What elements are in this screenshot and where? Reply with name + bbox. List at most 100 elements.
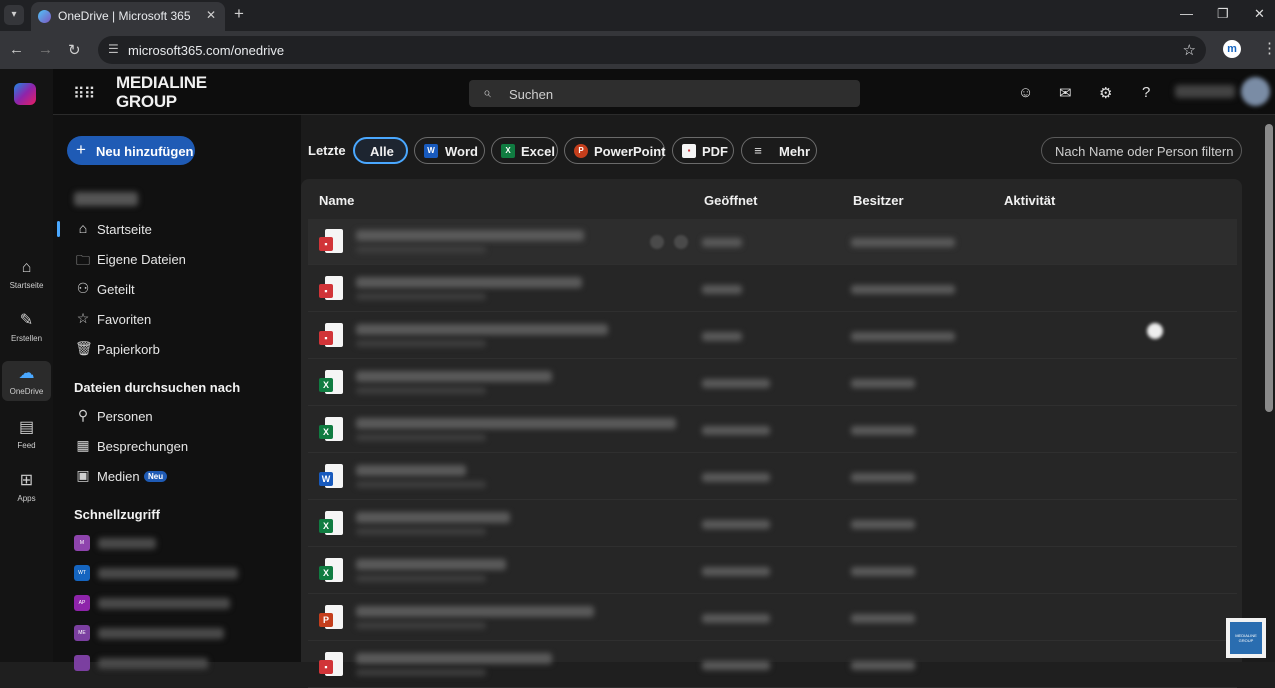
rail-item-erstellen[interactable]: ✎ Erstellen xyxy=(2,308,51,348)
rail-item-apps[interactable]: ⊞ Apps xyxy=(2,468,51,508)
rail-item-feed[interactable]: ▤ Feed xyxy=(2,415,51,455)
app-launcher-icon[interactable]: ⠿⠿ xyxy=(73,84,95,104)
owner-name xyxy=(851,614,915,623)
table-row[interactable]: X xyxy=(308,360,1237,406)
nav-label: Personen xyxy=(97,409,153,424)
column-header-name[interactable]: Name xyxy=(319,193,354,208)
table-row[interactable]: X xyxy=(308,407,1237,453)
avatar[interactable] xyxy=(1241,77,1270,106)
left-navigation: + Neu hinzufügen ⌂ Startseite 🗀 Eigene D… xyxy=(53,115,301,671)
rail-label: Feed xyxy=(17,441,36,450)
nav-item-papierkorb[interactable]: 🗑 Papierkorb xyxy=(53,336,301,362)
reload-icon[interactable]: ↻ xyxy=(68,41,81,59)
window-close-icon[interactable]: ✕ xyxy=(1254,6,1265,22)
new-tab-icon[interactable]: + xyxy=(234,4,244,24)
add-new-button[interactable]: + Neu hinzufügen xyxy=(67,136,195,165)
filter-chip-pdf[interactable]: ▪ PDF xyxy=(672,137,734,164)
nav-item-medien[interactable]: ▣ Medien Neu xyxy=(53,463,301,489)
chip-label: Word xyxy=(445,144,478,159)
file-name[interactable] xyxy=(356,418,676,429)
quick-access-item[interactable]: WT xyxy=(74,565,274,581)
name-person-filter-input[interactable]: Nach Name oder Person filtern xyxy=(1041,137,1242,164)
nav-item-besprechungen[interactable]: ▦ Besprechungen xyxy=(53,433,301,459)
url-field[interactable]: ☰ microsoft365.com/onedrive ☆ xyxy=(98,36,1206,64)
extension-icon[interactable]: m xyxy=(1223,40,1241,58)
nav-item-personen[interactable]: ⚲ Personen xyxy=(53,403,301,429)
table-row[interactable]: W xyxy=(308,454,1237,500)
file-name[interactable] xyxy=(356,371,552,382)
search-placeholder: Suchen xyxy=(509,87,554,102)
account-name[interactable] xyxy=(1175,85,1235,98)
column-header-opened[interactable]: Geöffnet xyxy=(704,193,757,208)
tab-title: OneDrive | Microsoft 365 xyxy=(58,9,191,23)
browser-tab[interactable]: OneDrive | Microsoft 365 ✕ xyxy=(31,2,225,31)
bookmark-star-icon[interactable]: ☆ xyxy=(1183,41,1196,59)
image-icon: ▣ xyxy=(76,467,90,483)
tab-search-dropdown[interactable]: ▾ xyxy=(4,5,24,25)
nav-item-startseite[interactable]: ⌂ Startseite xyxy=(53,216,301,242)
file-name[interactable] xyxy=(356,324,608,335)
table-row[interactable]: X xyxy=(308,501,1237,547)
nav-label: Besprechungen xyxy=(97,439,189,454)
quick-access-item[interactable] xyxy=(74,655,274,671)
table-row[interactable]: ▪ xyxy=(308,313,1237,359)
table-row[interactable]: ▪ xyxy=(308,266,1237,312)
file-name[interactable] xyxy=(356,277,582,288)
org-logo: MEDIALINE GROUP xyxy=(116,73,216,111)
help-icon[interactable]: ? xyxy=(1142,84,1150,101)
feed-icon: ▤ xyxy=(18,419,35,436)
quick-access-item[interactable]: M xyxy=(74,535,274,551)
browser-menu-icon[interactable]: ⋮ xyxy=(1262,39,1275,57)
scrollbar[interactable] xyxy=(1265,124,1273,412)
maximize-icon[interactable]: ❐ xyxy=(1217,6,1229,22)
feedback-smiley-icon[interactable]: ☺ xyxy=(1018,84,1033,101)
table-row[interactable]: ▪ xyxy=(308,642,1237,688)
back-icon[interactable]: ← xyxy=(9,41,24,58)
rail-label: Apps xyxy=(17,494,36,503)
owner-name xyxy=(851,379,915,388)
rail-label: Erstellen xyxy=(10,334,43,343)
table-row[interactable]: P xyxy=(308,595,1237,641)
file-name[interactable] xyxy=(356,559,506,570)
settings-gear-icon[interactable]: ⚙ xyxy=(1099,84,1112,102)
main-content: Letzte Alle W Word X Excel P PowerPoint … xyxy=(301,115,1275,688)
file-name[interactable] xyxy=(356,230,584,241)
rail-item-startseite[interactable]: ⌂ Startseite xyxy=(2,255,51,295)
filter-chip-excel[interactable]: X Excel xyxy=(491,137,558,164)
whats-new-icon[interactable]: ✉ xyxy=(1059,84,1072,102)
app-header: ⠿⠿ MEDIALINE GROUP ⌕ Suchen ☺ ✉ ⚙ ? xyxy=(53,69,1275,115)
minimize-icon[interactable]: — xyxy=(1180,6,1193,21)
quick-access-item[interactable]: AP xyxy=(74,595,274,611)
search-input[interactable]: ⌕ Suchen xyxy=(469,80,860,107)
more-actions-icon[interactable] xyxy=(674,235,688,249)
owner-name xyxy=(851,661,915,670)
share-icon[interactable] xyxy=(650,235,664,249)
table-row[interactable]: X xyxy=(308,548,1237,594)
file-name[interactable] xyxy=(356,606,594,617)
powerpoint-icon: P xyxy=(574,144,588,158)
file-name[interactable] xyxy=(356,465,466,476)
site-icon: AP xyxy=(74,595,90,611)
quick-access-item[interactable]: ME xyxy=(74,625,274,641)
filter-chip-powerpoint[interactable]: P PowerPoint xyxy=(564,137,666,164)
nav-item-favoriten[interactable]: ☆ Favoriten xyxy=(53,306,301,332)
filter-chip-alle[interactable]: Alle xyxy=(353,137,408,164)
tab-close-icon[interactable]: ✕ xyxy=(206,8,216,22)
m365-logo-icon[interactable] xyxy=(14,83,36,105)
onedrive-favicon-icon xyxy=(38,10,51,23)
filter-chip-mehr[interactable]: ≡ Mehr xyxy=(741,137,817,164)
column-header-activity[interactable]: Aktivität xyxy=(1004,193,1055,208)
site-name xyxy=(98,658,208,669)
forward-icon[interactable]: → xyxy=(38,41,53,58)
nav-item-geteilt[interactable]: ⚇ Geteilt xyxy=(53,276,301,302)
nav-item-eigene-dateien[interactable]: 🗀 Eigene Dateien xyxy=(53,246,301,272)
filter-lines-icon: ≡ xyxy=(754,143,762,158)
filter-chip-word[interactable]: W Word xyxy=(414,137,485,164)
site-info-icon[interactable]: ☰ xyxy=(108,42,119,56)
pdf-file-icon: ▪ xyxy=(319,276,343,303)
file-name[interactable] xyxy=(356,512,510,523)
file-name[interactable] xyxy=(356,653,552,664)
table-row[interactable]: ▪ xyxy=(308,219,1237,265)
rail-item-onedrive[interactable]: ☁ OneDrive xyxy=(2,361,51,401)
column-header-owner[interactable]: Besitzer xyxy=(853,193,904,208)
